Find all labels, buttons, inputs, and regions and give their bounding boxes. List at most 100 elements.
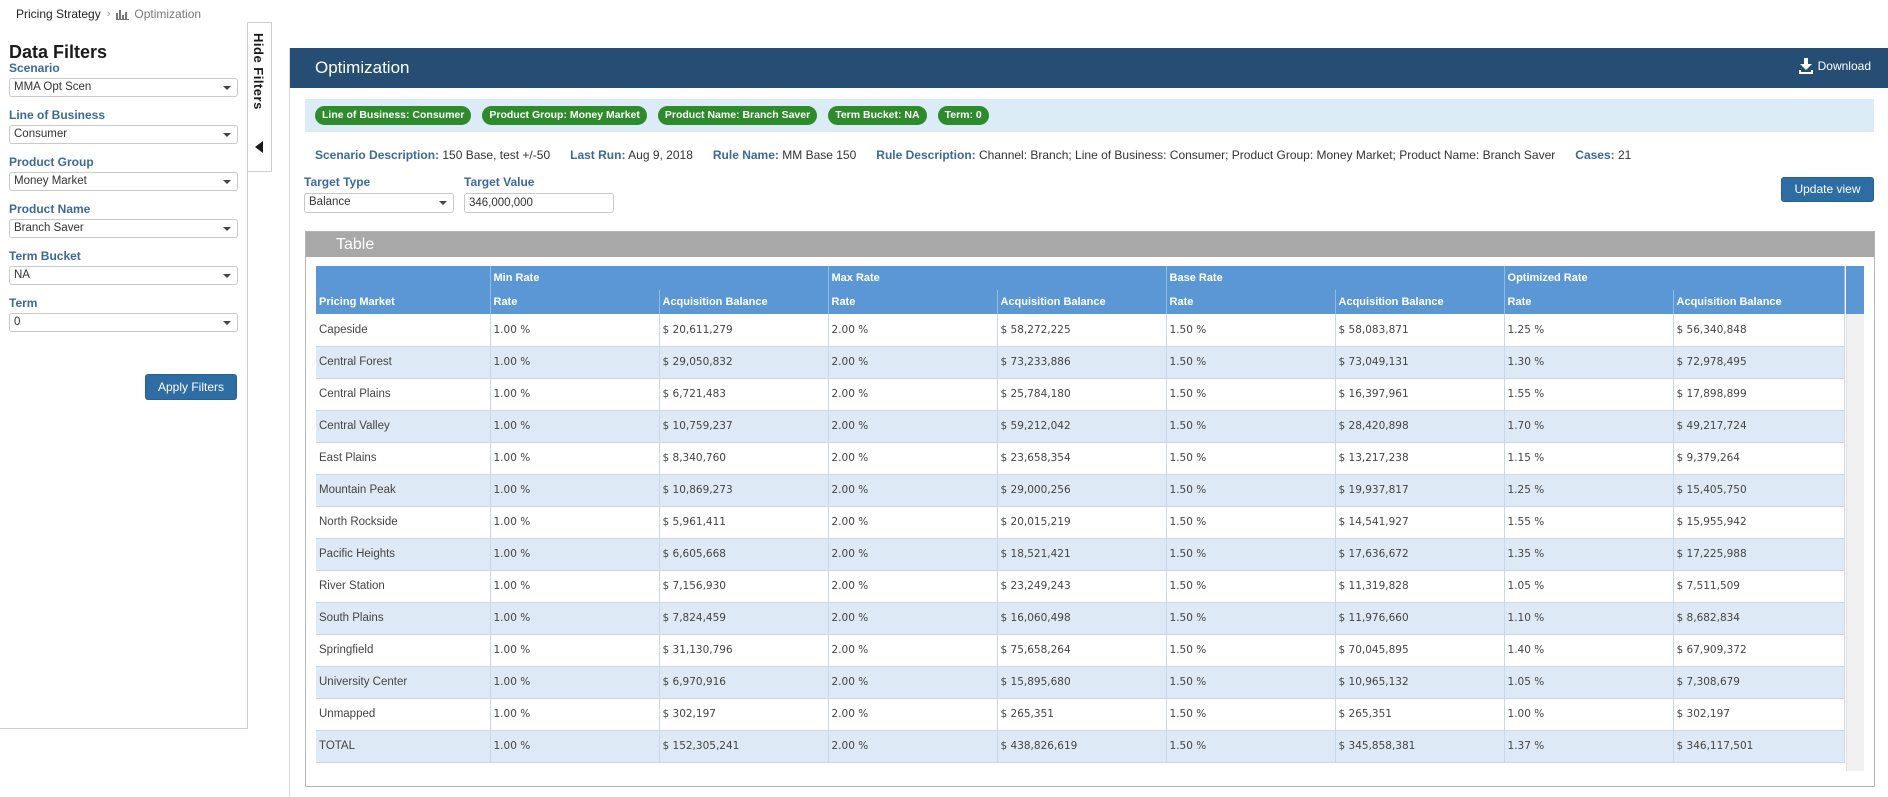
table-row[interactable]: Central Valley 1.00 % $ 10,759,237 2.00 % $ …: [316, 410, 1845, 443]
table-row[interactable]: Springfield 1.00 % $ 31,130,796 2.00 % $ 75,…: [316, 634, 1845, 667]
cell-max-acquisition-balance: $ 29,000,256: [997, 474, 1167, 507]
main-content: Optimization Download Line of Business: …: [289, 48, 1888, 797]
hide-filters-label: Hide Filters: [251, 33, 266, 110]
cell-max-acquisition-balance: $ 23,658,354: [997, 442, 1167, 475]
chip-term-bucket: Term Bucket: NA: [828, 106, 927, 125]
scenario-select-value: MMA Opt Scen: [14, 81, 92, 93]
column-header-optimized-acquisition-balance[interactable]: Acquisition Balance: [1673, 290, 1845, 314]
cell-min-rate: 1.00 %: [490, 730, 660, 763]
column-header-pricing-market[interactable]: Pricing Market: [316, 290, 491, 314]
group-header-optimized-rate: Optimized Rate: [1504, 266, 1845, 290]
cell-base-acquisition-balance: $ 70,045,895: [1335, 634, 1505, 667]
cell-base-acquisition-balance: $ 58,083,871: [1335, 314, 1505, 347]
table-row[interactable]: East Plains 1.00 % $ 8,340,760 2.00 % $ 23,6…: [316, 442, 1845, 475]
line-of-business-select-value: Consumer: [14, 128, 68, 140]
product-name-select[interactable]: Branch Saver: [9, 219, 238, 238]
cell-base-rate: 1.50 %: [1166, 666, 1336, 699]
filter-label-product-group: Product Group: [9, 155, 94, 169]
cell-base-acquisition-balance: $ 28,420,898: [1335, 410, 1505, 443]
table-row[interactable]: Unmapped 1.00 % $ 302,197 2.00 % $ 265,351 1.…: [316, 698, 1845, 731]
table-row[interactable]: Central Forest 1.00 % $ 29,050,832 2.00 % $ …: [316, 346, 1845, 379]
cell-pricing-market: Mountain Peak: [316, 474, 491, 507]
table-row[interactable]: University Center 1.00 % $ 6,970,916 2.00 %…: [316, 666, 1845, 699]
cell-optimized-acquisition-balance: $ 8,682,834: [1673, 602, 1845, 635]
column-header-max-rate[interactable]: Rate: [828, 290, 998, 314]
cell-base-acquisition-balance: $ 265,351: [1335, 698, 1505, 731]
target-type-select[interactable]: Balance: [304, 193, 454, 213]
target-value-input[interactable]: 346,000,000: [464, 193, 614, 213]
cell-base-acquisition-balance: $ 14,541,927: [1335, 506, 1505, 539]
filters-title: Data Filters: [9, 42, 108, 62]
column-header-min-acquisition-balance[interactable]: Acquisition Balance: [659, 290, 829, 314]
hide-filters-toggle[interactable]: Hide Filters: [248, 22, 272, 172]
cell-pricing-market: East Plains: [316, 442, 491, 475]
cell-max-acquisition-balance: $ 20,015,219: [997, 506, 1167, 539]
caret-down-icon: [439, 201, 447, 205]
cell-max-rate: 2.00 %: [828, 602, 998, 635]
cell-optimized-rate: 1.40 %: [1504, 634, 1674, 667]
cell-base-acquisition-balance: $ 11,319,828: [1335, 570, 1505, 603]
filter-product-name: Product Name Branch Saver: [9, 202, 238, 238]
table-row[interactable]: TOTAL 1.00 % $ 152,305,241 2.00 % $ 438,826,…: [316, 730, 1845, 763]
column-header-base-acquisition-balance[interactable]: Acquisition Balance: [1335, 290, 1505, 314]
cell-base-acquisition-balance: $ 17,636,672: [1335, 538, 1505, 571]
cell-optimized-rate: 1.55 %: [1504, 506, 1674, 539]
product-group-select-value: Money Market: [14, 175, 87, 187]
product-group-select[interactable]: Money Market: [9, 172, 238, 191]
table-scrollbar[interactable]: [1846, 266, 1864, 771]
cell-min-acquisition-balance: $ 7,156,930: [659, 570, 829, 603]
column-header-min-rate[interactable]: Rate: [490, 290, 660, 314]
group-header-base-rate: Base Rate: [1166, 266, 1505, 290]
caret-down-icon: [223, 133, 231, 137]
chip-term: Term: 0: [937, 106, 989, 125]
update-view-button[interactable]: Update view: [1781, 177, 1874, 202]
chip-product-name: Product Name: Branch Saver: [657, 106, 818, 125]
table-panel: Table Min Rate Max Rate Base Rate Optimi…: [305, 231, 1875, 787]
cell-max-acquisition-balance: $ 18,521,421: [997, 538, 1167, 571]
table-row[interactable]: North Rockside 1.00 % $ 5,961,411 2.00 % $ 2…: [316, 506, 1845, 539]
table-row[interactable]: River Station 1.00 % $ 7,156,930 2.00 % $ 23…: [316, 570, 1845, 603]
table-row[interactable]: Pacific Heights 1.00 % $ 6,605,668 2.00 % $ …: [316, 538, 1845, 571]
last-run: Last Run: Aug 9, 2018: [570, 148, 693, 162]
group-header-blank: [316, 266, 491, 290]
filter-scenario: Scenario MMA Opt Scen: [9, 61, 238, 97]
table-row[interactable]: Mountain Peak 1.00 % $ 10,869,273 2.00 % $ 2…: [316, 474, 1845, 507]
filter-label-term: Term: [9, 296, 38, 310]
cell-pricing-market: Central Forest: [316, 346, 491, 379]
column-header-max-acquisition-balance[interactable]: Acquisition Balance: [997, 290, 1167, 314]
cell-optimized-acquisition-balance: $ 7,308,679: [1673, 666, 1845, 699]
breadcrumb-pricing-strategy[interactable]: Pricing Strategy: [16, 7, 101, 21]
filter-label-line-of-business: Line of Business: [9, 108, 106, 122]
cell-min-rate: 1.00 %: [490, 666, 660, 699]
scenario-select[interactable]: MMA Opt Scen: [9, 78, 238, 97]
cell-base-acquisition-balance: $ 13,217,238: [1335, 442, 1505, 475]
cell-base-rate: 1.50 %: [1166, 506, 1336, 539]
caret-down-icon: [223, 86, 231, 90]
cell-base-acquisition-balance: $ 11,976,660: [1335, 602, 1505, 635]
cell-pricing-market: Unmapped: [316, 698, 491, 731]
cell-min-acquisition-balance: $ 6,605,668: [659, 538, 829, 571]
cell-optimized-rate: 1.25 %: [1504, 474, 1674, 507]
cell-pricing-market: South Plains: [316, 602, 491, 635]
cell-base-rate: 1.50 %: [1166, 378, 1336, 411]
group-header-max-rate: Max Rate: [828, 266, 1167, 290]
table-row[interactable]: Capeside 1.00 % $ 20,611,279 2.00 % $ 58,272…: [316, 314, 1845, 347]
cell-max-rate: 2.00 %: [828, 570, 998, 603]
cell-optimized-rate: 1.00 %: [1504, 698, 1674, 731]
column-header-base-rate[interactable]: Rate: [1166, 290, 1336, 314]
apply-filters-button[interactable]: Apply Filters: [145, 374, 237, 400]
term-bucket-select[interactable]: NA: [9, 266, 238, 285]
cell-optimized-rate: 1.05 %: [1504, 666, 1674, 699]
cell-base-rate: 1.50 %: [1166, 602, 1336, 635]
caret-down-icon: [223, 274, 231, 278]
line-of-business-select[interactable]: Consumer: [9, 125, 238, 144]
column-header-optimized-rate[interactable]: Rate: [1504, 290, 1674, 314]
cell-max-rate: 2.00 %: [828, 730, 998, 763]
cell-max-acquisition-balance: $ 23,249,243: [997, 570, 1167, 603]
scenario-description-row: Scenario Description: 150 Base, test +/-…: [315, 148, 1651, 162]
breadcrumb: Pricing Strategy › Optimization: [16, 6, 201, 22]
download-button[interactable]: Download: [1798, 58, 1871, 74]
table-row[interactable]: Central Plains 1.00 % $ 6,721,483 2.00 % $ 2…: [316, 378, 1845, 411]
table-row[interactable]: South Plains 1.00 % $ 7,824,459 2.00 % $ 16,…: [316, 602, 1845, 635]
term-select[interactable]: 0: [9, 313, 238, 332]
